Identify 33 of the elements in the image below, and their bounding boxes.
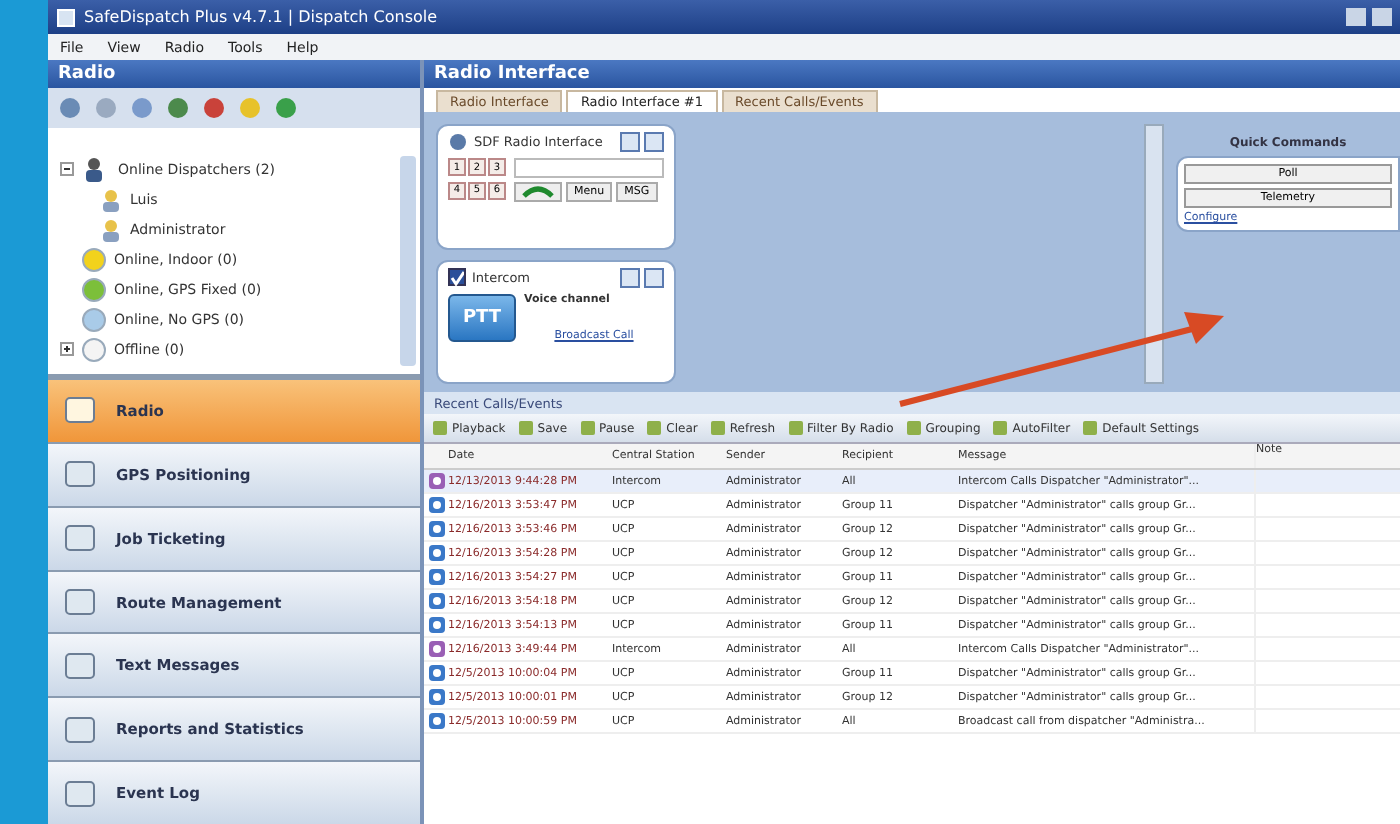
panel-header: Radio Interface [424, 60, 1400, 88]
toolbar-icon [579, 420, 596, 436]
scrollbar[interactable] [400, 156, 416, 366]
expander-icon[interactable] [60, 342, 74, 356]
app-icon [56, 7, 76, 27]
user-icon [100, 217, 122, 241]
scrollbar[interactable] [1144, 124, 1164, 384]
toolbar-icon [517, 420, 534, 436]
radio-icon [448, 132, 468, 152]
toolbar-icon[interactable] [130, 96, 154, 120]
toolbar-icon [1082, 420, 1099, 436]
toolbar-icon[interactable] [94, 96, 118, 120]
panel-header: Radio [48, 60, 420, 88]
toolbar-icon[interactable] [274, 96, 298, 120]
toolbar-icon [992, 420, 1009, 436]
checkbox[interactable] [448, 268, 466, 286]
toolbar-icon [432, 420, 448, 436]
toolbar-icon[interactable] [202, 96, 226, 120]
user-icon [100, 187, 122, 211]
number-field[interactable] [514, 158, 664, 178]
card-buttons-icon[interactable] [620, 267, 664, 287]
toolbar-icon [646, 420, 663, 436]
phone-icon [522, 186, 554, 198]
window-controls-icon[interactable] [1346, 8, 1392, 26]
toolbar-icon[interactable] [166, 96, 190, 120]
toolbar-icon [787, 420, 804, 436]
window-title: SafeDispatch Plus v4.7.1 | Dispatch Console [84, 8, 438, 26]
toolbar-icon [709, 420, 726, 436]
card-buttons-icon[interactable] [620, 132, 664, 152]
call-button[interactable] [514, 182, 562, 202]
expander-icon[interactable] [60, 162, 74, 176]
toolbar-icon[interactable] [58, 96, 82, 120]
toolbar-icon [905, 420, 922, 436]
